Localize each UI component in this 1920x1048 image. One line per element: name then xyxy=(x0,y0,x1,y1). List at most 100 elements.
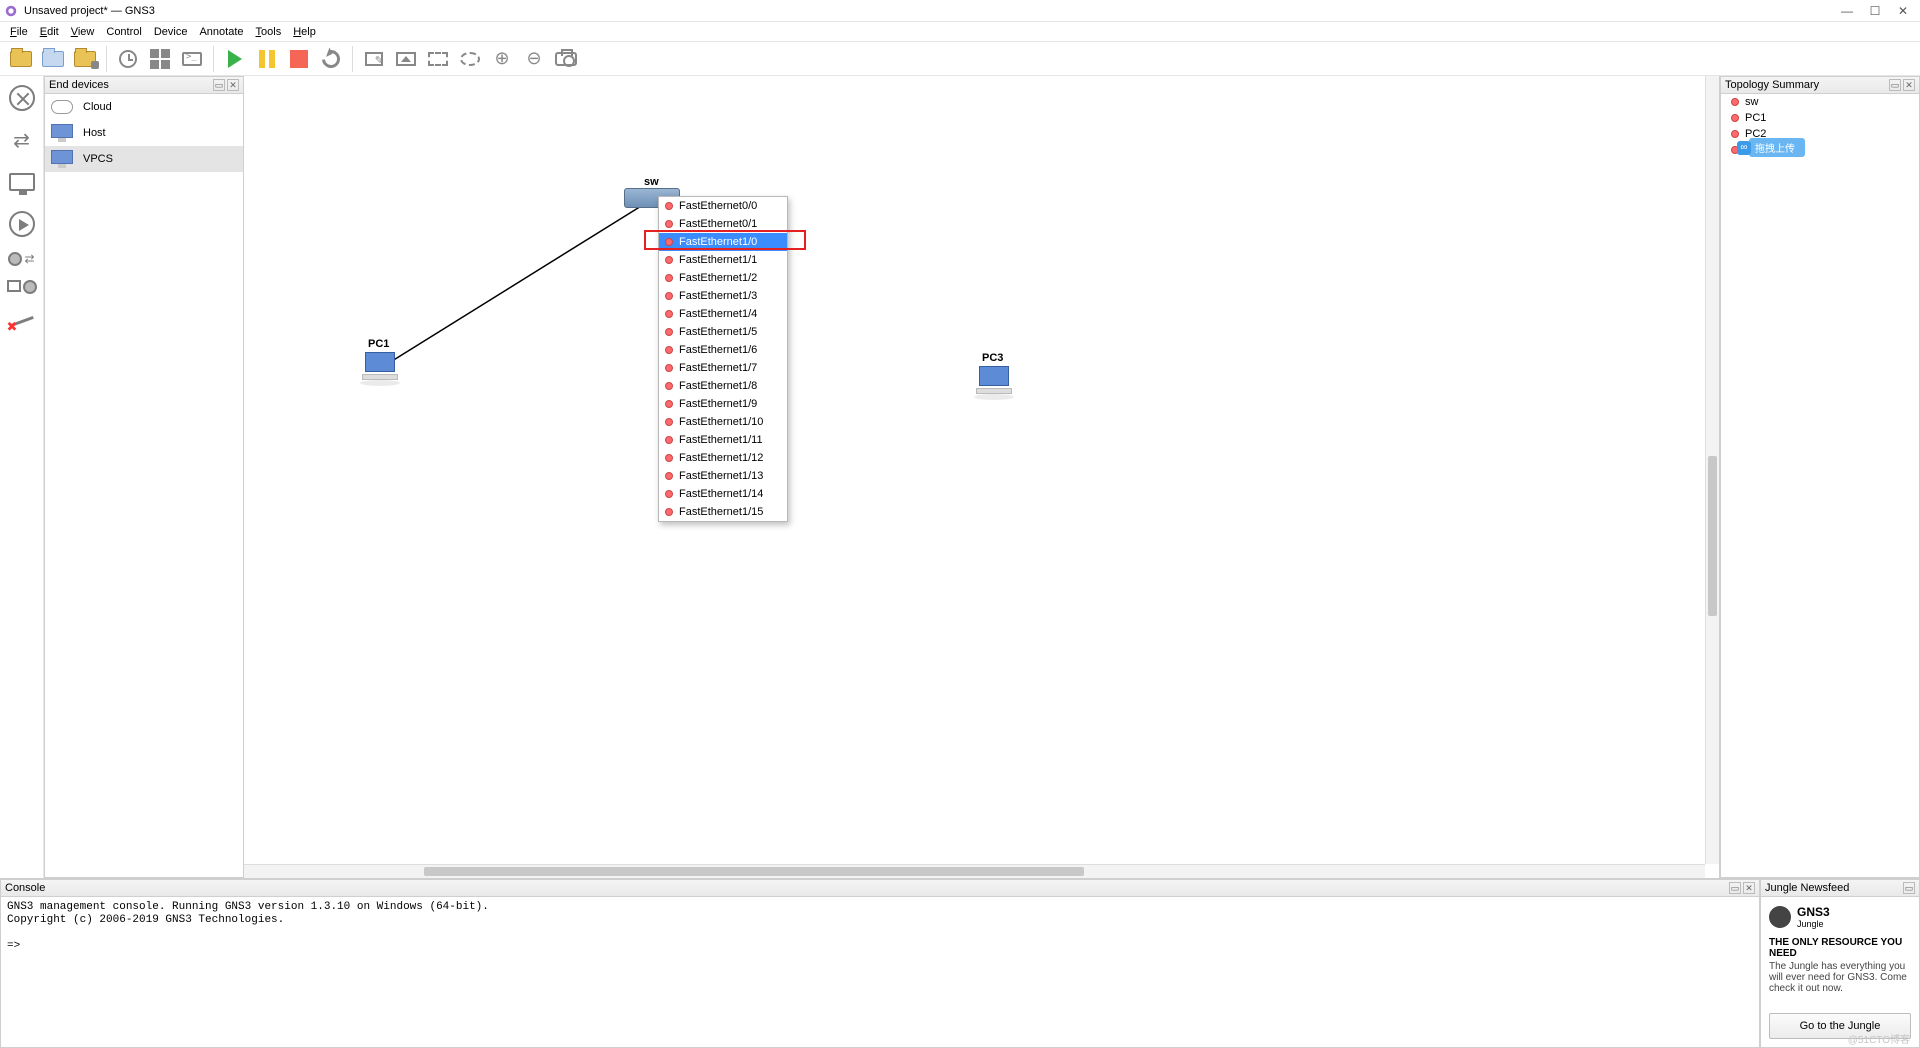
device-label: Host xyxy=(83,127,106,139)
node-pc3[interactable] xyxy=(974,366,1014,400)
tb-stop[interactable] xyxy=(284,45,314,73)
tb-annotate[interactable] xyxy=(359,45,389,73)
jungle-undock[interactable]: ▭ xyxy=(1903,882,1915,894)
ctx-item-label: FastEthernet1/5 xyxy=(679,326,757,338)
window-maximize[interactable]: ☐ xyxy=(1868,4,1882,18)
ctx-item-fastethernet1-5[interactable]: FastEthernet1/5 xyxy=(659,323,787,341)
topo-item-pc1[interactable]: PC1 xyxy=(1721,110,1919,126)
ctx-item-fastethernet1-14[interactable]: FastEthernet1/14 xyxy=(659,485,787,503)
port-led-icon xyxy=(665,436,673,444)
topo-item-sw[interactable]: sw xyxy=(1721,94,1919,110)
topology-close[interactable]: ✕ xyxy=(1903,79,1915,91)
dock-end-devices[interactable] xyxy=(4,164,40,200)
dock-all-row[interactable]: ⇄ xyxy=(4,248,40,270)
dock-switches[interactable]: ⇄ xyxy=(4,122,40,158)
canvas-vscroll[interactable] xyxy=(1705,76,1719,864)
ctx-item-fastethernet1-15[interactable]: FastEthernet1/15 xyxy=(659,503,787,521)
workspace-canvas[interactable]: sw PC1 PC3 FastEthernet0/0FastEthernet0/… xyxy=(244,76,1720,878)
tb-rect[interactable] xyxy=(423,45,453,73)
device-cloud[interactable]: Cloud xyxy=(45,94,243,120)
tb-save[interactable] xyxy=(70,45,100,73)
menu-annotate[interactable]: Annotate xyxy=(193,24,249,40)
ctx-item-fastethernet1-7[interactable]: FastEthernet1/7 xyxy=(659,359,787,377)
menu-tools[interactable]: Tools xyxy=(250,24,288,40)
canvas-hscroll[interactable] xyxy=(244,864,1705,878)
window-close[interactable]: ✕ xyxy=(1896,4,1910,18)
port-led-icon xyxy=(665,400,673,408)
ctx-item-fastethernet1-4[interactable]: FastEthernet1/4 xyxy=(659,305,787,323)
port-led-icon xyxy=(665,382,673,390)
topology-undock[interactable]: ▭ xyxy=(1889,79,1901,91)
end-devices-title: End devices xyxy=(49,79,109,91)
console-output[interactable]: GNS3 management console. Running GNS3 ve… xyxy=(0,897,1760,1048)
jungle-logo: GNS3 Jungle xyxy=(1769,905,1911,929)
tb-open2[interactable] xyxy=(38,45,68,73)
ctx-item-label: FastEthernet1/14 xyxy=(679,488,763,500)
host-icon xyxy=(51,124,75,142)
tb-grid[interactable] xyxy=(145,45,175,73)
ctx-item-fastethernet1-0[interactable]: FastEthernet1/0 xyxy=(659,233,787,251)
node-label-pc3: PC3 xyxy=(982,352,1003,364)
end-devices-close[interactable]: ✕ xyxy=(227,79,239,91)
menu-view[interactable]: View xyxy=(65,24,101,40)
ctx-item-label: FastEthernet1/10 xyxy=(679,416,763,428)
ctx-item-fastethernet1-8[interactable]: FastEthernet1/8 xyxy=(659,377,787,395)
node-pc1[interactable] xyxy=(360,352,400,386)
ctx-item-label: FastEthernet1/9 xyxy=(679,398,757,410)
tb-open[interactable] xyxy=(6,45,36,73)
status-led-icon xyxy=(1731,130,1739,138)
toolbar: ⊕ ⊖ xyxy=(0,42,1920,76)
tb-start[interactable] xyxy=(220,45,250,73)
port-led-icon xyxy=(665,220,673,228)
ctx-item-fastethernet1-10[interactable]: FastEthernet1/10 xyxy=(659,413,787,431)
tb-console[interactable] xyxy=(177,45,207,73)
device-vpcs[interactable]: VPCS xyxy=(45,146,243,172)
ctx-item-label: FastEthernet1/13 xyxy=(679,470,763,482)
ctx-item-label: FastEthernet1/12 xyxy=(679,452,763,464)
ctx-item-fastethernet0-1[interactable]: FastEthernet0/1 xyxy=(659,215,787,233)
dock-add-link-cancel[interactable] xyxy=(4,304,40,340)
jungle-blurb: The Jungle has everything you will ever … xyxy=(1769,961,1911,994)
console-undock[interactable]: ▭ xyxy=(1729,882,1741,894)
window-minimize[interactable]: — xyxy=(1840,4,1854,18)
port-led-icon xyxy=(665,508,673,516)
tb-ellipse[interactable] xyxy=(455,45,485,73)
ctx-item-fastethernet1-13[interactable]: FastEthernet1/13 xyxy=(659,467,787,485)
topo-item-label: PC1 xyxy=(1745,112,1766,124)
ctx-item-fastethernet1-3[interactable]: FastEthernet1/3 xyxy=(659,287,787,305)
tb-zoom-out[interactable]: ⊖ xyxy=(519,45,549,73)
tb-zoom-in[interactable]: ⊕ xyxy=(487,45,517,73)
ctx-item-label: FastEthernet1/0 xyxy=(679,236,757,248)
ctx-item-fastethernet1-2[interactable]: FastEthernet1/2 xyxy=(659,269,787,287)
tb-image[interactable] xyxy=(391,45,421,73)
ctx-item-fastethernet0-0[interactable]: FastEthernet0/0 xyxy=(659,197,787,215)
ctx-item-fastethernet1-1[interactable]: FastEthernet1/1 xyxy=(659,251,787,269)
upload-badge[interactable]: 拖拽上传 xyxy=(1749,138,1805,157)
tb-snapshot[interactable] xyxy=(113,45,143,73)
topology-title: Topology Summary xyxy=(1725,79,1819,91)
console-close[interactable]: ✕ xyxy=(1743,882,1755,894)
ctx-item-fastethernet1-9[interactable]: FastEthernet1/9 xyxy=(659,395,787,413)
menu-file[interactable]: File xyxy=(4,24,34,40)
ctx-item-fastethernet1-11[interactable]: FastEthernet1/11 xyxy=(659,431,787,449)
dock-security[interactable] xyxy=(4,206,40,242)
ctx-item-fastethernet1-6[interactable]: FastEthernet1/6 xyxy=(659,341,787,359)
tb-pause[interactable] xyxy=(252,45,282,73)
port-led-icon xyxy=(665,346,673,354)
ctx-item-label: FastEthernet1/4 xyxy=(679,308,757,320)
menu-device[interactable]: Device xyxy=(148,24,194,40)
dock-routers[interactable] xyxy=(4,80,40,116)
dock-all-row2[interactable] xyxy=(4,276,40,298)
port-led-icon xyxy=(665,256,673,264)
app-icon xyxy=(4,4,18,18)
tb-screenshot[interactable] xyxy=(551,45,581,73)
menu-help[interactable]: Help xyxy=(287,24,322,40)
device-host[interactable]: Host xyxy=(45,120,243,146)
console-title: Console xyxy=(5,882,45,894)
end-devices-undock[interactable]: ▭ xyxy=(213,79,225,91)
menu-edit[interactable]: Edit xyxy=(34,24,65,40)
ctx-item-fastethernet1-12[interactable]: FastEthernet1/12 xyxy=(659,449,787,467)
port-led-icon xyxy=(665,490,673,498)
tb-reload[interactable] xyxy=(316,45,346,73)
menu-control[interactable]: Control xyxy=(100,24,147,40)
